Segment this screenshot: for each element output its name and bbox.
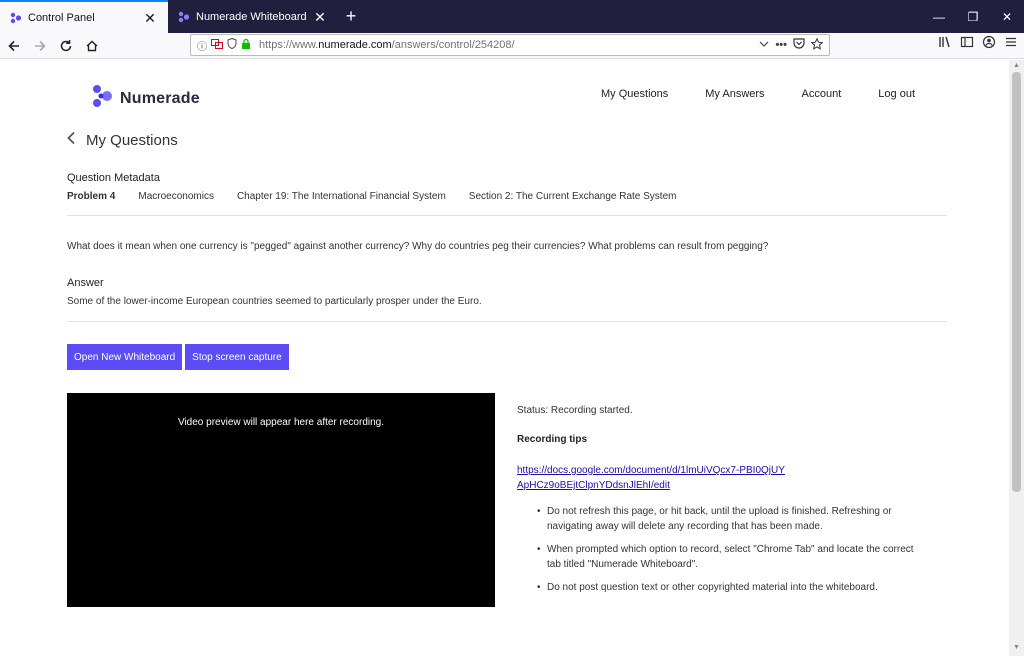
url-text[interactable]: https://www.numerade.com/answers/control…: [259, 39, 759, 51]
restore-icon[interactable]: ❐: [956, 0, 990, 33]
scroll-down-icon[interactable]: ▼: [1012, 644, 1021, 652]
close-window-icon[interactable]: ✕: [990, 0, 1024, 33]
url-bar[interactable]: ⓘ https://www.numerade.com/answers/contr…: [190, 34, 830, 56]
metadata-problem: Problem 4: [67, 191, 116, 202]
window-controls: — ❐ ✕: [922, 0, 1024, 33]
browser-tab-bar: Control Panel ✕ Numerade Whiteboard ✕ + …: [0, 0, 1024, 33]
lock-icon[interactable]: [241, 38, 251, 52]
scroll-up-icon[interactable]: ▲: [1012, 62, 1021, 70]
url-prefix: https://www.: [259, 39, 319, 51]
video-preview: Video preview will appear here after rec…: [67, 393, 495, 607]
metadata-chapter: Chapter 19: The International Financial …: [236, 191, 446, 202]
nav-my-questions[interactable]: My Questions: [601, 88, 668, 100]
numerade-favicon-icon: [178, 11, 190, 23]
numerade-favicon-icon: [10, 12, 22, 24]
nav-log-out[interactable]: Log out: [878, 88, 915, 100]
brand-name: Numerade: [120, 89, 200, 107]
tab-title: Control Panel: [28, 11, 95, 24]
back-arrow-icon[interactable]: [2, 35, 26, 57]
nav-account[interactable]: Account: [802, 88, 842, 100]
metadata-row: Problem 4 Macroeconomics Chapter 19: The…: [67, 191, 699, 202]
forward-arrow-icon[interactable]: [28, 35, 52, 57]
info-icon[interactable]: ⓘ: [197, 38, 207, 53]
library-icon[interactable]: [938, 35, 952, 54]
new-tab-plus-icon[interactable]: +: [338, 0, 364, 33]
video-placeholder-text: Video preview will appear here after rec…: [177, 417, 385, 428]
list-item: Do not refresh this page, or hit back, u…: [537, 504, 927, 534]
home-icon[interactable]: [80, 35, 104, 57]
more-actions-icon[interactable]: •••: [775, 39, 787, 51]
browser-toolbar: ⓘ https://www.numerade.com/answers/contr…: [0, 33, 1024, 59]
nav-my-answers[interactable]: My Answers: [705, 88, 764, 100]
open-whiteboard-button[interactable]: Open New Whiteboard: [67, 344, 183, 370]
site-nav: My Questions My Answers Account Log out: [564, 88, 915, 100]
close-tab-icon[interactable]: ✕: [142, 11, 158, 25]
answer-divider: [67, 321, 947, 322]
stop-capture-button[interactable]: Stop screen capture: [185, 344, 289, 370]
url-actions: •••: [759, 37, 824, 53]
recording-tips-list: Do not refresh this page, or hit back, u…: [537, 504, 927, 603]
browser-right-tools: [938, 35, 1018, 54]
bookmark-star-icon[interactable]: [810, 37, 824, 53]
account-icon[interactable]: [982, 35, 996, 54]
minimize-icon[interactable]: —: [922, 0, 956, 33]
metadata-heading: Question Metadata: [67, 172, 160, 184]
metadata-subject: Macroeconomics: [138, 191, 214, 202]
recording-status: Status: Recording started.: [517, 405, 633, 416]
recording-tips-link[interactable]: https://docs.google.com/document/d/1lmUi…: [517, 463, 787, 493]
list-item: Do not post question text or other copyr…: [537, 580, 927, 595]
question-text: What does it mean when one currency is "…: [67, 241, 769, 252]
list-item: When prompted which option to record, se…: [537, 542, 927, 572]
url-path: /answers/control/254208/: [391, 39, 515, 51]
sidebar-icon[interactable]: [960, 35, 974, 54]
numerade-logo-icon: [92, 84, 114, 113]
scroll-thumb[interactable]: [1012, 72, 1021, 492]
tab-numerade-whiteboard[interactable]: Numerade Whiteboard ✕: [168, 0, 338, 33]
hamburger-menu-icon[interactable]: [1004, 35, 1018, 54]
chevron-down-icon[interactable]: [759, 39, 769, 51]
brand-logo[interactable]: Numerade: [92, 84, 200, 113]
metadata-section: Section 2: The Current Exchange Rate Sys…: [468, 191, 677, 202]
pocket-icon[interactable]: [793, 38, 805, 52]
tab-title: Numerade Whiteboard: [196, 10, 307, 23]
tab-control-panel[interactable]: Control Panel ✕: [0, 0, 168, 33]
recording-tips-heading: Recording tips: [517, 434, 588, 445]
page-scrollbar[interactable]: ▲ ▼: [1009, 60, 1024, 656]
url-host: numerade.com: [318, 39, 392, 51]
page-content: Numerade My Questions My Answers Account…: [0, 60, 1009, 656]
back-link[interactable]: My Questions: [66, 131, 178, 150]
chevron-left-icon[interactable]: [66, 131, 76, 150]
shield-icon[interactable]: [227, 37, 237, 52]
page-title: My Questions: [86, 132, 178, 149]
answer-heading: Answer: [67, 277, 104, 289]
permissions-icon[interactable]: [211, 38, 223, 52]
close-tab-icon[interactable]: ✕: [312, 10, 328, 24]
reload-icon[interactable]: [54, 35, 78, 57]
action-buttons: Open New Whiteboard Stop screen capture: [67, 344, 289, 370]
metadata-divider: [67, 215, 947, 216]
answer-text: Some of the lower-income European countr…: [67, 296, 482, 307]
